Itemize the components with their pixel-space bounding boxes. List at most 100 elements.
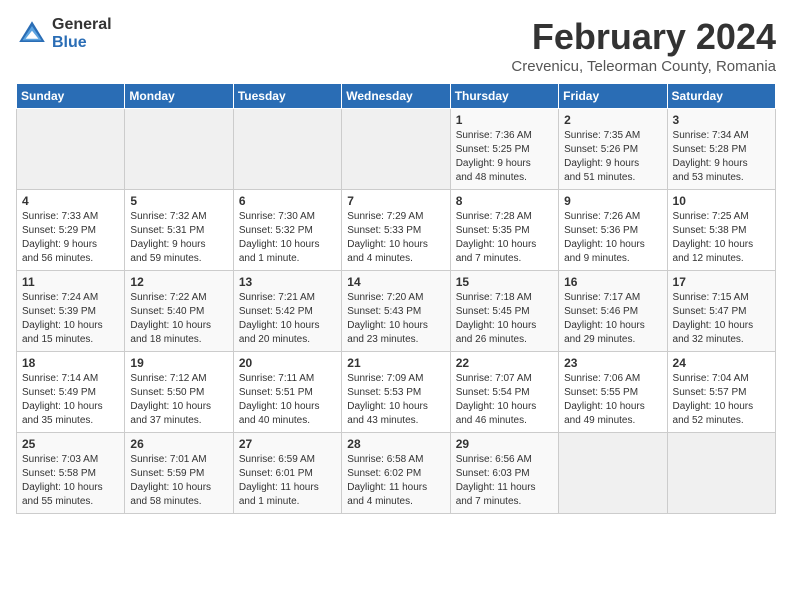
day-info: Sunrise: 7:35 AM Sunset: 5:26 PM Dayligh… (564, 129, 661, 185)
day-info: Sunrise: 7:33 AM Sunset: 5:29 PM Dayligh… (22, 210, 119, 266)
day-info: Sunrise: 7:21 AM Sunset: 5:42 PM Dayligh… (239, 291, 336, 347)
col-header-thursday: Thursday (450, 84, 558, 109)
day-cell: 17 Sunrise: 7:15 AM Sunset: 5:47 PM Dayli… (667, 271, 775, 352)
day-number: 19 (130, 356, 227, 370)
day-number: 2 (564, 113, 661, 127)
day-cell: 9Sunrise: 7:26 AM Sunset: 5:36 PM Daylig… (559, 190, 667, 271)
day-number: 8 (456, 194, 553, 208)
day-number: 16 (564, 275, 661, 289)
day-cell (559, 433, 667, 514)
day-info: Sunrise: 7:11 AM Sunset: 5:51 PM Dayligh… (239, 372, 336, 428)
week-row-1: 1 Sunrise: 7:36 AM Sunset: 5:25 PM Daylig… (17, 109, 776, 190)
week-row-3: 11 Sunrise: 7:24 AM Sunset: 5:39 PM Dayli… (17, 271, 776, 352)
day-number: 25 (22, 437, 119, 451)
col-header-friday: Friday (559, 84, 667, 109)
day-info: Sunrise: 7:09 AM Sunset: 5:53 PM Dayligh… (347, 372, 444, 428)
day-info: Sunrise: 7:12 AM Sunset: 5:50 PM Dayligh… (130, 372, 227, 428)
location: Crevenicu, Teleorman County, Romania (511, 58, 776, 75)
day-cell: 3 Sunrise: 7:34 AM Sunset: 5:28 PM Daylig… (667, 109, 775, 190)
month-year: February 2024 (511, 16, 776, 58)
day-cell: 6 Sunrise: 7:30 AM Sunset: 5:32 PM Daylig… (233, 190, 341, 271)
day-cell (667, 433, 775, 514)
logo: General Blue (16, 16, 112, 51)
day-cell: 24 Sunrise: 7:04 AM Sunset: 5:57 PM Dayli… (667, 352, 775, 433)
page-header: General Blue February 2024 Crevenicu, Te… (16, 16, 776, 75)
day-number: 9 (564, 194, 661, 208)
week-row-5: 25 Sunrise: 7:03 AM Sunset: 5:58 PM Dayli… (17, 433, 776, 514)
day-number: 3 (673, 113, 770, 127)
day-cell: 13 Sunrise: 7:21 AM Sunset: 5:42 PM Dayli… (233, 271, 341, 352)
day-number: 1 (456, 113, 553, 127)
day-cell: 10Sunrise: 7:25 AM Sunset: 5:38 PM Dayli… (667, 190, 775, 271)
day-info: Sunrise: 7:14 AM Sunset: 5:49 PM Dayligh… (22, 372, 119, 428)
logo-blue-text: Blue (52, 34, 112, 52)
day-cell: 23 Sunrise: 7:06 AM Sunset: 5:55 PM Dayli… (559, 352, 667, 433)
day-info: Sunrise: 7:36 AM Sunset: 5:25 PM Dayligh… (456, 129, 553, 185)
day-cell: 28 Sunrise: 6:58 AM Sunset: 6:02 PM Dayli… (342, 433, 450, 514)
day-number: 28 (347, 437, 444, 451)
calendar-table: SundayMondayTuesdayWednesdayThursdayFrid… (16, 83, 776, 514)
day-info: Sunrise: 7:24 AM Sunset: 5:39 PM Dayligh… (22, 291, 119, 347)
day-number: 15 (456, 275, 553, 289)
col-header-saturday: Saturday (667, 84, 775, 109)
day-cell (17, 109, 125, 190)
day-number: 21 (347, 356, 444, 370)
col-header-tuesday: Tuesday (233, 84, 341, 109)
day-info: Sunrise: 7:06 AM Sunset: 5:55 PM Dayligh… (564, 372, 661, 428)
day-info: Sunrise: 7:17 AM Sunset: 5:46 PM Dayligh… (564, 291, 661, 347)
day-cell: 26 Sunrise: 7:01 AM Sunset: 5:59 PM Dayli… (125, 433, 233, 514)
day-number: 18 (22, 356, 119, 370)
day-number: 10 (673, 194, 770, 208)
day-cell (233, 109, 341, 190)
day-number: 24 (673, 356, 770, 370)
day-info: Sunrise: 7:30 AM Sunset: 5:32 PM Dayligh… (239, 210, 336, 266)
day-cell: 27 Sunrise: 6:59 AM Sunset: 6:01 PM Dayli… (233, 433, 341, 514)
day-info: Sunrise: 6:58 AM Sunset: 6:02 PM Dayligh… (347, 453, 444, 509)
week-row-4: 18 Sunrise: 7:14 AM Sunset: 5:49 PM Dayli… (17, 352, 776, 433)
logo-icon (16, 18, 48, 50)
day-info: Sunrise: 7:20 AM Sunset: 5:43 PM Dayligh… (347, 291, 444, 347)
day-number: 23 (564, 356, 661, 370)
day-info: Sunrise: 7:34 AM Sunset: 5:28 PM Dayligh… (673, 129, 770, 185)
day-cell (125, 109, 233, 190)
day-cell: 12Sunrise: 7:22 AM Sunset: 5:40 PM Dayli… (125, 271, 233, 352)
day-cell: 16 Sunrise: 7:17 AM Sunset: 5:46 PM Dayli… (559, 271, 667, 352)
day-number: 7 (347, 194, 444, 208)
day-number: 26 (130, 437, 227, 451)
header-row: SundayMondayTuesdayWednesdayThursdayFrid… (17, 84, 776, 109)
day-info: Sunrise: 7:01 AM Sunset: 5:59 PM Dayligh… (130, 453, 227, 509)
day-number: 27 (239, 437, 336, 451)
day-cell: 1 Sunrise: 7:36 AM Sunset: 5:25 PM Daylig… (450, 109, 558, 190)
day-number: 6 (239, 194, 336, 208)
day-number: 13 (239, 275, 336, 289)
day-cell (342, 109, 450, 190)
title-block: February 2024 Crevenicu, Teleorman Count… (511, 16, 776, 75)
day-info: Sunrise: 6:59 AM Sunset: 6:01 PM Dayligh… (239, 453, 336, 509)
day-number: 14 (347, 275, 444, 289)
col-header-sunday: Sunday (17, 84, 125, 109)
day-info: Sunrise: 6:56 AM Sunset: 6:03 PM Dayligh… (456, 453, 553, 509)
day-info: Sunrise: 7:15 AM Sunset: 5:47 PM Dayligh… (673, 291, 770, 347)
day-info: Sunrise: 7:03 AM Sunset: 5:58 PM Dayligh… (22, 453, 119, 509)
day-cell: 22 Sunrise: 7:07 AM Sunset: 5:54 PM Dayli… (450, 352, 558, 433)
day-number: 11 (22, 275, 119, 289)
day-number: 4 (22, 194, 119, 208)
day-info: Sunrise: 7:22 AM Sunset: 5:40 PM Dayligh… (130, 291, 227, 347)
day-cell: 14 Sunrise: 7:20 AM Sunset: 5:43 PM Dayli… (342, 271, 450, 352)
day-cell: 11 Sunrise: 7:24 AM Sunset: 5:39 PM Dayli… (17, 271, 125, 352)
day-info: Sunrise: 7:04 AM Sunset: 5:57 PM Dayligh… (673, 372, 770, 428)
col-header-wednesday: Wednesday (342, 84, 450, 109)
day-info: Sunrise: 7:29 AM Sunset: 5:33 PM Dayligh… (347, 210, 444, 266)
day-cell: 18 Sunrise: 7:14 AM Sunset: 5:49 PM Dayli… (17, 352, 125, 433)
col-header-monday: Monday (125, 84, 233, 109)
day-number: 22 (456, 356, 553, 370)
day-cell: 20Sunrise: 7:11 AM Sunset: 5:51 PM Dayli… (233, 352, 341, 433)
day-info: Sunrise: 7:07 AM Sunset: 5:54 PM Dayligh… (456, 372, 553, 428)
day-cell: 7 Sunrise: 7:29 AM Sunset: 5:33 PM Daylig… (342, 190, 450, 271)
day-number: 29 (456, 437, 553, 451)
week-row-2: 4 Sunrise: 7:33 AM Sunset: 5:29 PM Daylig… (17, 190, 776, 271)
day-number: 17 (673, 275, 770, 289)
day-cell: 19 Sunrise: 7:12 AM Sunset: 5:50 PM Dayli… (125, 352, 233, 433)
day-info: Sunrise: 7:28 AM Sunset: 5:35 PM Dayligh… (456, 210, 553, 266)
day-cell: 21 Sunrise: 7:09 AM Sunset: 5:53 PM Dayli… (342, 352, 450, 433)
